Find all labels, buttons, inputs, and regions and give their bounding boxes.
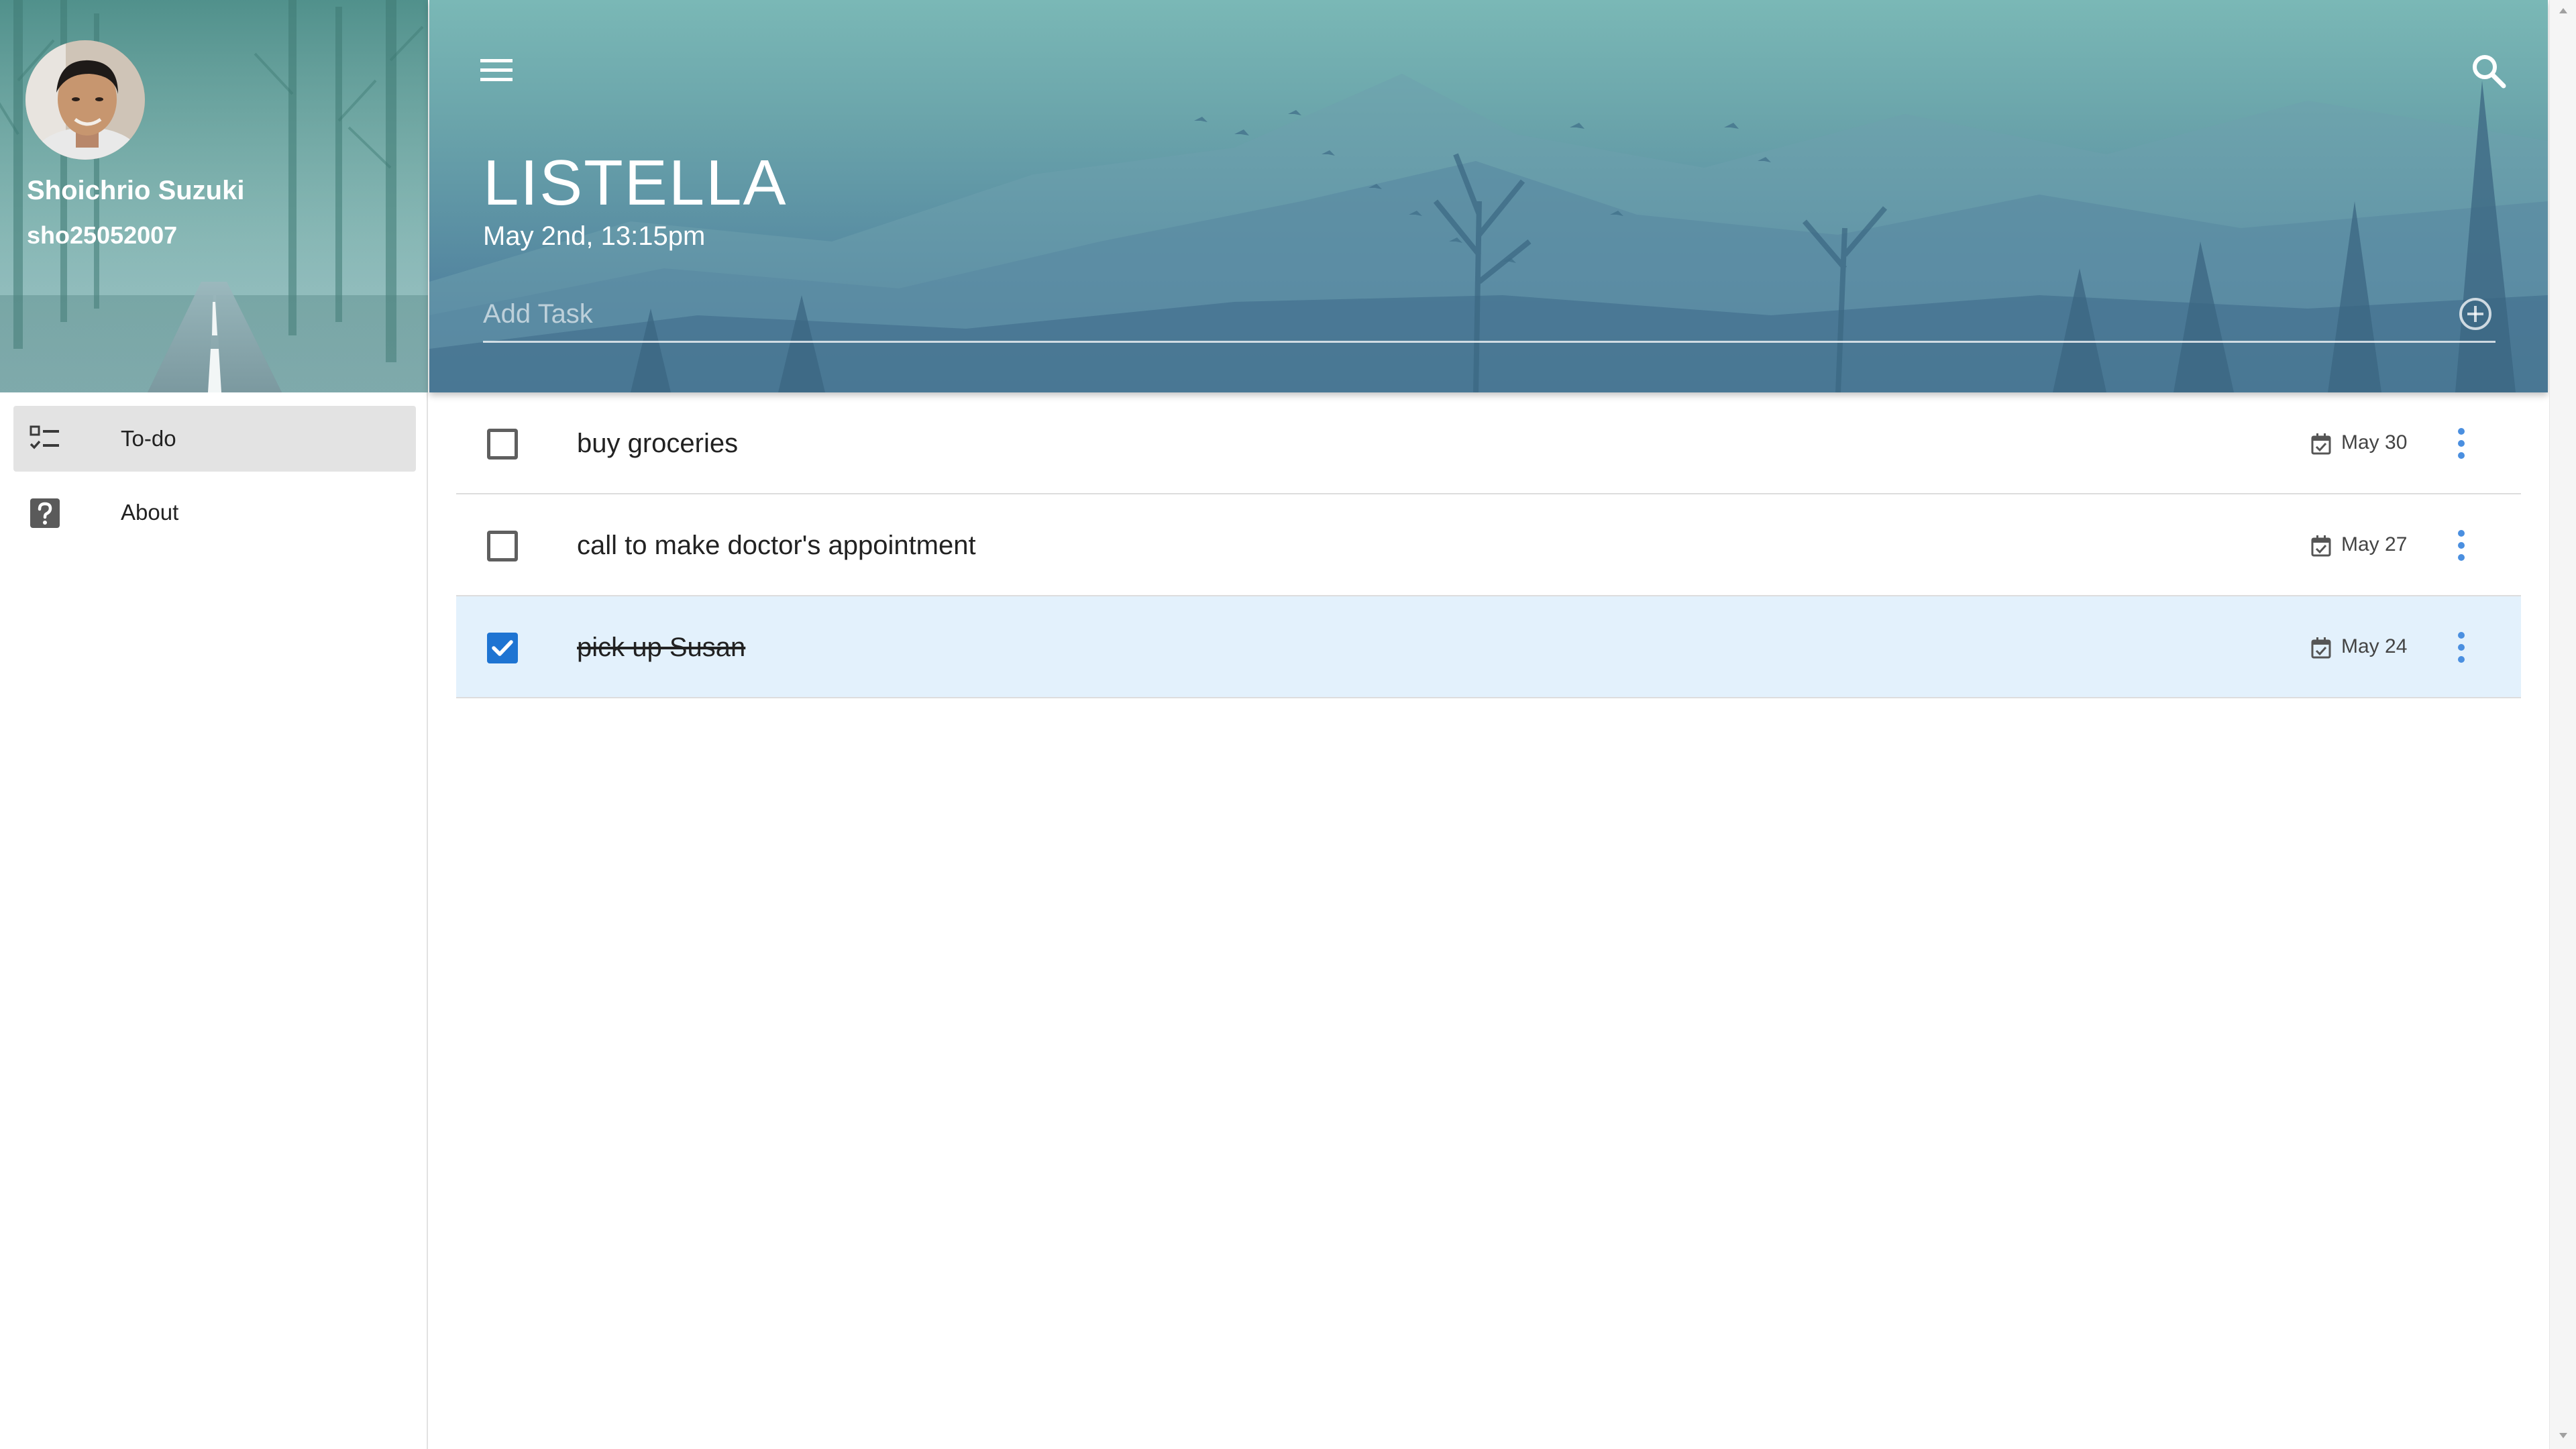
task-checkbox-checked[interactable] <box>487 633 518 663</box>
task-text[interactable]: pick up Susan <box>577 633 745 663</box>
help-icon <box>30 498 60 528</box>
sidebar-profile-header: Shoichrio Suzuki sho25052007 <box>0 0 428 392</box>
add-task-underline <box>483 341 2496 343</box>
calendar-icon <box>2311 637 2331 659</box>
task-due-date: May 24 <box>2341 635 2408 657</box>
task-due-date: May 27 <box>2341 533 2408 555</box>
sidebar-item-todo[interactable]: To-do <box>13 406 416 472</box>
sidebar-item-about[interactable]: About <box>13 480 416 545</box>
scroll-down-arrow-icon[interactable] <box>2557 1429 2570 1442</box>
task-checkbox[interactable] <box>487 429 518 460</box>
more-vert-icon[interactable] <box>2451 627 2471 667</box>
add-circle-icon[interactable] <box>2457 295 2494 333</box>
app-header: LISTELLA May 2nd, 13:15pm <box>429 0 2548 392</box>
current-date: May 2nd, 13:15pm <box>483 221 706 251</box>
check-icon <box>492 640 513 656</box>
task-row: buy groceries May 30 <box>456 392 2521 494</box>
user-photo <box>25 40 145 160</box>
task-text[interactable]: call to make doctor's appointment <box>577 531 976 561</box>
more-vert-icon[interactable] <box>2451 423 2471 464</box>
task-list: buy groceries May 30 call to make doctor… <box>456 392 2521 698</box>
more-vert-icon[interactable] <box>2451 525 2471 566</box>
calendar-icon <box>2311 433 2331 455</box>
calendar-icon <box>2311 535 2331 557</box>
search-icon[interactable] <box>2469 51 2509 91</box>
sidebar-item-label: To-do <box>121 426 176 451</box>
task-checkbox[interactable] <box>487 531 518 561</box>
sidebar-item-label: About <box>121 500 179 525</box>
user-name: Shoichrio Suzuki <box>27 176 245 205</box>
vertical-scrollbar[interactable] <box>2549 0 2576 1449</box>
app-title: LISTELLA <box>483 147 788 219</box>
menu-icon[interactable] <box>476 52 517 87</box>
checklist-icon <box>30 425 59 449</box>
user-handle: sho25052007 <box>27 221 178 249</box>
avatar[interactable] <box>25 40 145 160</box>
task-text[interactable]: buy groceries <box>577 429 738 459</box>
task-row: call to make doctor's appointment May 27 <box>456 494 2521 596</box>
scroll-up-arrow-icon[interactable] <box>2557 4 2570 17</box>
sidebar: Shoichrio Suzuki sho25052007 To-do About <box>0 0 428 1449</box>
task-row-completed: pick up Susan May 24 <box>456 596 2521 698</box>
task-due-date: May 30 <box>2341 431 2408 453</box>
add-task-input[interactable] <box>483 292 2442 335</box>
